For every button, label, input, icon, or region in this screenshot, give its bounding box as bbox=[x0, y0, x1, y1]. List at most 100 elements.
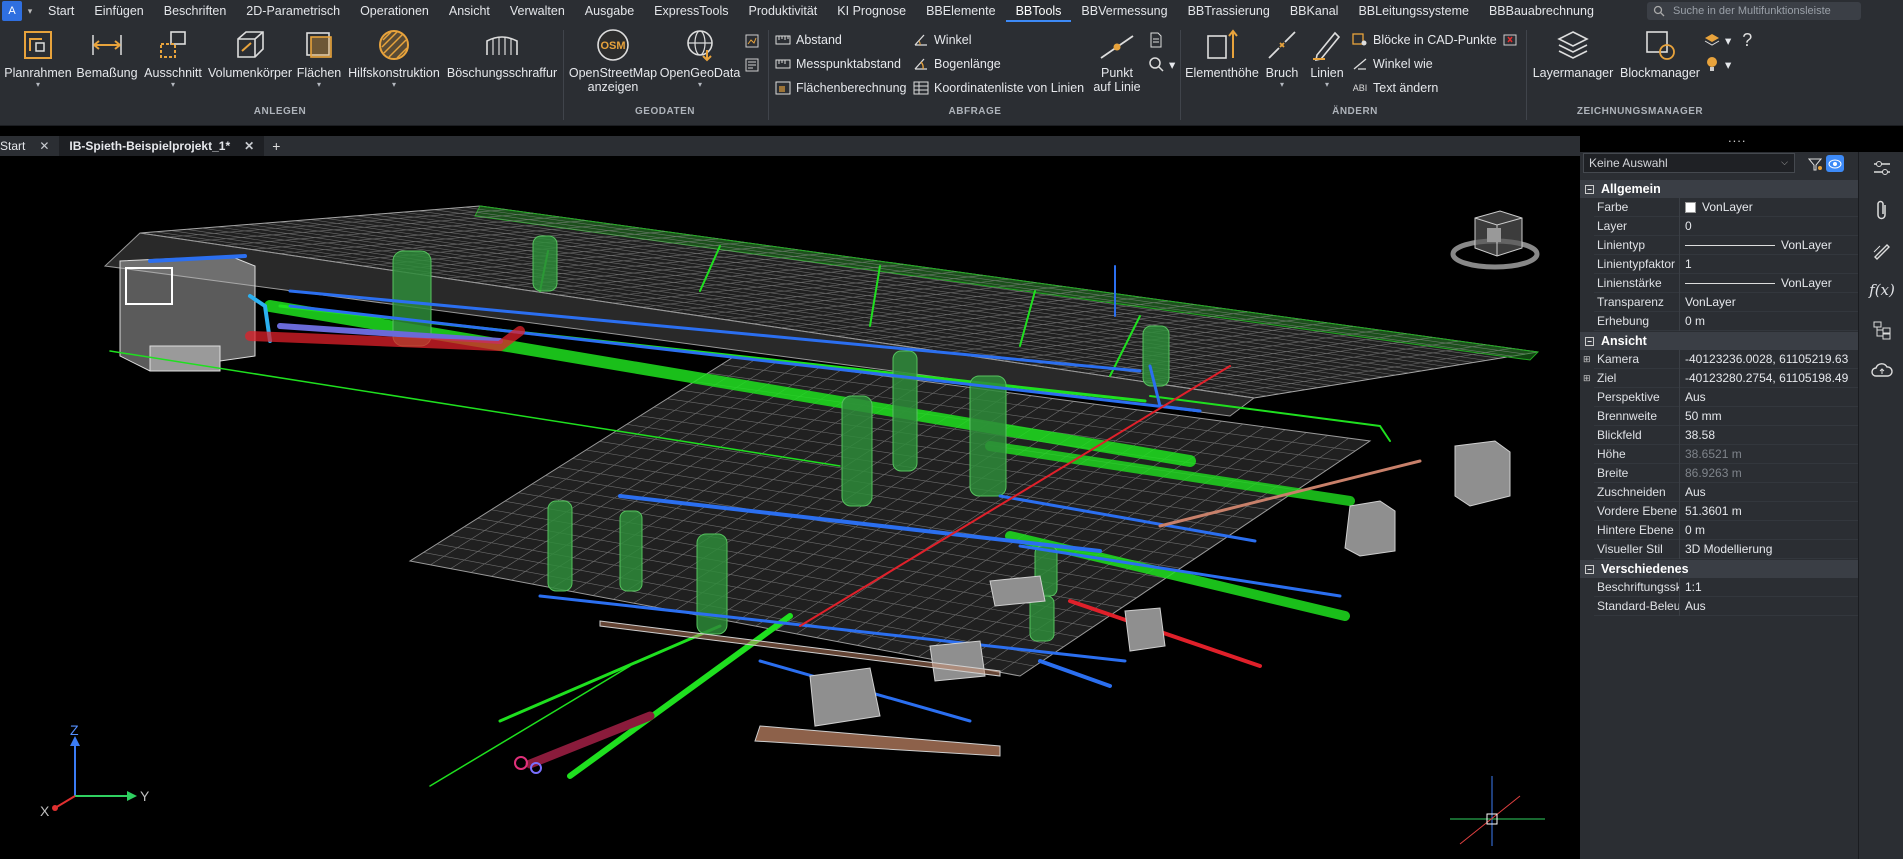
bloecke-in-cad-punkte-button[interactable]: Blöcke in CAD-Punkte bbox=[1352, 30, 1518, 50]
paperclip-icon[interactable] bbox=[1871, 198, 1893, 222]
prop-value[interactable]: 51.3601 m bbox=[1680, 502, 1858, 521]
filter-icon[interactable] bbox=[1806, 155, 1824, 172]
elementhoehe-button[interactable]: Elementhöhe bbox=[1184, 26, 1260, 80]
app-logo-icon[interactable]: A bbox=[2, 1, 22, 21]
prop-value[interactable]: 1 bbox=[1680, 255, 1858, 274]
add-tab-button[interactable]: + bbox=[264, 138, 288, 154]
menu-tab-ki-prognose[interactable]: KI Prognose bbox=[827, 0, 916, 22]
chevron-down-icon[interactable]: ▾ bbox=[317, 80, 321, 90]
prop-row-visueller-stil[interactable]: Visueller Stil 3D Modellierung bbox=[1594, 539, 1858, 559]
close-icon[interactable]: ✕ bbox=[244, 139, 254, 153]
prop-row-kamera[interactable]: Kamera -40123236.0028, 61105219.63 bbox=[1594, 349, 1858, 369]
properties-sliders-icon[interactable] bbox=[1871, 156, 1893, 180]
prop-value[interactable]: -40123236.0028, 61105219.63 bbox=[1680, 350, 1858, 369]
prop-row-erhebung[interactable]: Erhebung 0 m bbox=[1594, 311, 1858, 331]
prop-row-blickfeld[interactable]: Blickfeld 38.58 bbox=[1594, 425, 1858, 445]
prop-value[interactable]: VonLayer bbox=[1680, 236, 1858, 255]
chevron-down-icon[interactable]: ▾ bbox=[1725, 33, 1731, 48]
menu-tab-bbleitungssysteme[interactable]: BBLeitungssysteme bbox=[1348, 0, 1478, 22]
menu-tab-ausgabe[interactable]: Ausgabe bbox=[575, 0, 644, 22]
menu-tab-produktivitaet[interactable]: Produktivität bbox=[739, 0, 828, 22]
chevron-down-icon[interactable]: ▾ bbox=[22, 6, 38, 17]
prop-value[interactable]: -40123280.2754, 61105198.49 bbox=[1680, 369, 1858, 388]
chevron-down-icon[interactable]: ▾ bbox=[1280, 80, 1284, 90]
layer-stack-dropdown[interactable]: ▾? bbox=[1704, 30, 1752, 50]
document-small-button[interactable] bbox=[1148, 30, 1164, 50]
menu-tab-bbtrassierung[interactable]: BBTrassierung bbox=[1178, 0, 1280, 22]
prop-value[interactable]: 3D Modellierung bbox=[1680, 540, 1858, 559]
winkel-button[interactable]: Winkel bbox=[913, 30, 972, 50]
menu-tab-expresstools[interactable]: ExpressTools bbox=[644, 0, 738, 22]
collapse-icon[interactable]: − bbox=[1585, 184, 1594, 194]
collapse-icon[interactable]: − bbox=[1585, 564, 1594, 574]
hilfskonstruktion-button[interactable]: Hilfskonstruktion ▾ bbox=[346, 26, 442, 90]
prop-value[interactable]: 0 m bbox=[1680, 312, 1858, 331]
doc-tab-start[interactable]: Start ✕ bbox=[0, 136, 59, 156]
tree-structure-icon[interactable] bbox=[1871, 318, 1893, 342]
doc-tab-project[interactable]: IB-Spieth-Beispielprojekt_1* ✕ bbox=[59, 136, 265, 156]
menu-tab-bbelemente[interactable]: BBElemente bbox=[916, 0, 1005, 22]
prop-value[interactable]: Aus bbox=[1680, 483, 1858, 502]
geodaten-small-1[interactable] bbox=[744, 31, 760, 51]
koordinatenliste-button[interactable]: Koordinatenliste von Linien bbox=[913, 78, 1084, 98]
expand-icon[interactable]: ⊞ bbox=[1583, 373, 1591, 384]
winkel-wie-button[interactable]: Winkel wie bbox=[1352, 54, 1433, 74]
menu-tab-bbvermessung[interactable]: BBVermessung bbox=[1071, 0, 1177, 22]
bemassung-button[interactable]: Bemaßung bbox=[76, 26, 138, 80]
prop-value[interactable]: 0 m bbox=[1680, 521, 1858, 540]
search-small-button[interactable]: ▾ bbox=[1148, 54, 1175, 74]
chevron-down-icon[interactable]: ▾ bbox=[392, 80, 396, 90]
prop-value[interactable]: 38.58 bbox=[1680, 426, 1858, 445]
messpunktabstand-button[interactable]: Messpunktabstand bbox=[775, 54, 901, 74]
geodaten-small-2[interactable] bbox=[744, 55, 760, 75]
expand-icon[interactable]: ⊞ bbox=[1583, 354, 1591, 365]
menu-tab-ansicht[interactable]: Ansicht bbox=[439, 0, 500, 22]
flaechenberechnung-button[interactable]: Flächenberechnung bbox=[775, 78, 907, 98]
menu-tab-bbbauabrechnung[interactable]: BBBauabrechnung bbox=[1479, 0, 1604, 22]
prop-row-zuschneiden[interactable]: Zuschneiden Aus bbox=[1594, 482, 1858, 502]
prop-value[interactable]: Aus bbox=[1680, 597, 1858, 616]
planrahmen-button[interactable]: Planrahmen ▾ bbox=[4, 26, 72, 90]
section-ansicht[interactable]: − Ansicht bbox=[1580, 332, 1858, 350]
menu-tab-einfuegen[interactable]: Einfügen bbox=[84, 0, 153, 22]
boeschungsschraffur-button[interactable]: Böschungsschraffur bbox=[446, 26, 558, 80]
close-icon[interactable]: ✕ bbox=[39, 139, 49, 153]
chevron-down-icon[interactable]: ▾ bbox=[1725, 57, 1731, 72]
draw-tool-icon[interactable] bbox=[1871, 238, 1893, 262]
menu-tab-operationen[interactable]: Operationen bbox=[350, 0, 439, 22]
function-icon[interactable]: f(x) bbox=[1869, 278, 1895, 302]
flaechen-button[interactable]: Flächen ▾ bbox=[294, 26, 344, 90]
chevron-down-icon[interactable]: ▾ bbox=[36, 80, 40, 90]
chevron-down-icon[interactable]: ▾ bbox=[698, 80, 702, 90]
prop-row-beschriftungsmassstab[interactable]: Beschriftungssk 1:1 bbox=[1594, 577, 1858, 597]
punkt-auf-linie-button[interactable]: Punkt auf Linie bbox=[1090, 30, 1144, 94]
abstand-button[interactable]: Abstand bbox=[775, 30, 842, 50]
cloud-icon[interactable] bbox=[1871, 358, 1893, 382]
openstreetmap-button[interactable]: OSM OpenStreetMap anzeigen bbox=[566, 26, 660, 94]
menu-tab-2d-parametrisch[interactable]: 2D-Parametrisch bbox=[236, 0, 350, 22]
prop-value[interactable]: VonLayer bbox=[1680, 198, 1858, 217]
prop-value[interactable]: VonLayer bbox=[1680, 293, 1858, 312]
lightbulb-dropdown[interactable]: ▾ bbox=[1704, 54, 1731, 74]
prop-row-brennweite[interactable]: Brennweite 50 mm bbox=[1594, 406, 1858, 426]
prop-row-standard-beleuchtung[interactable]: Standard-Beleu Aus bbox=[1594, 596, 1858, 616]
prop-value[interactable]: 0 bbox=[1680, 217, 1858, 236]
chevron-down-icon[interactable]: ▾ bbox=[1169, 57, 1175, 72]
layermanager-button[interactable]: Layermanager bbox=[1530, 26, 1616, 80]
prop-value[interactable]: VonLayer bbox=[1680, 274, 1858, 293]
prop-row-linientypfaktor[interactable]: Linientypfaktor 1 bbox=[1594, 254, 1858, 274]
prop-row-linienstaerke[interactable]: Linienstärke VonLayer bbox=[1594, 273, 1858, 293]
prop-row-vordere-ebene[interactable]: Vordere Ebene 51.3601 m bbox=[1594, 501, 1858, 521]
navigation-cube[interactable] bbox=[1450, 210, 1540, 270]
chevron-down-icon[interactable]: ▾ bbox=[1325, 80, 1329, 90]
prop-row-hintere-ebene[interactable]: Hintere Ebene 0 m bbox=[1594, 520, 1858, 540]
help-icon[interactable]: ? bbox=[1742, 30, 1752, 51]
ausschnitt-button[interactable]: Ausschnitt ▾ bbox=[142, 26, 204, 90]
panel-grip-icon[interactable]: .... bbox=[1728, 130, 1746, 145]
chevron-down-icon[interactable]: ▾ bbox=[171, 80, 175, 90]
menu-tab-verwalten[interactable]: Verwalten bbox=[500, 0, 575, 22]
prop-row-breite[interactable]: Breite 86.9263 m bbox=[1594, 463, 1858, 483]
volumenkoerper-button[interactable]: Volumenkörper bbox=[208, 26, 292, 80]
collapse-icon[interactable]: − bbox=[1585, 336, 1594, 346]
bogenlaenge-button[interactable]: Bogenlänge bbox=[913, 54, 1001, 74]
